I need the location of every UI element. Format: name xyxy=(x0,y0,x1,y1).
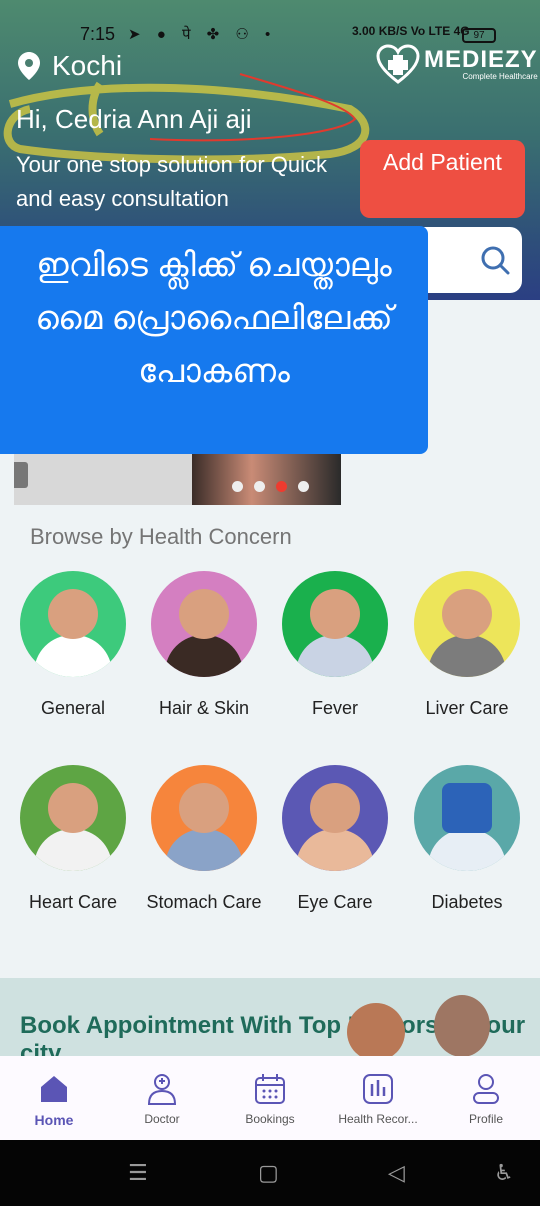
carousel-dot[interactable] xyxy=(254,481,265,492)
concern-image[interactable] xyxy=(282,571,388,677)
doctor-icon xyxy=(147,1074,177,1105)
concern-label: Fever xyxy=(311,698,358,718)
illustration-person xyxy=(48,589,98,639)
bottom-nav: Home Doctor Bookings Health Recor... Pro… xyxy=(0,1056,540,1140)
illustration-person xyxy=(442,589,492,639)
heart-plus-icon xyxy=(376,44,420,84)
concern-eye-care[interactable]: Eye Care xyxy=(275,765,395,915)
concern-label: Diabetes xyxy=(431,892,503,912)
illustration-body xyxy=(296,635,374,677)
search-icon[interactable] xyxy=(480,245,510,275)
concern-heart-care[interactable]: Heart Care xyxy=(13,765,133,915)
concern-image[interactable] xyxy=(151,765,257,871)
browse-title: Browse by Health Concern xyxy=(30,524,292,549)
nav-doctor[interactable]: Doctor xyxy=(108,1056,216,1140)
concern-label: Heart Care xyxy=(28,892,118,912)
concern-image[interactable] xyxy=(20,571,126,677)
concern-image[interactable] xyxy=(414,765,520,871)
concern-hair-skin[interactable]: Hair & Skin xyxy=(144,571,264,721)
battery-icon: 97 xyxy=(462,28,496,43)
concern-image[interactable] xyxy=(20,765,126,871)
promo-carousel[interactable] xyxy=(14,454,341,505)
location-selector[interactable]: Kochi xyxy=(18,50,122,82)
carousel-dot[interactable] xyxy=(232,481,243,492)
logo-name: MEDIEZY xyxy=(424,45,538,73)
concern-diabetes[interactable]: Diabetes xyxy=(407,765,527,915)
concern-label: Stomach Care xyxy=(146,892,262,912)
concern-stomach-care[interactable]: Stomach Care xyxy=(144,765,264,915)
illustration-person xyxy=(310,589,360,639)
home-icon xyxy=(41,1076,67,1102)
doctor-avatar xyxy=(434,995,490,1057)
system-nav-bar: ☰ ▢ ◁ ♿ xyxy=(0,1140,540,1206)
nav-label: Health Recor... xyxy=(338,1112,418,1126)
book-appointment-banner[interactable]: Book Appointment With Top Doctors in you… xyxy=(0,978,540,1058)
logo-tagline: Complete Healthcare xyxy=(462,71,538,81)
illustration-person xyxy=(48,783,98,833)
accessibility-icon[interactable]: ♿ xyxy=(494,1160,514,1186)
location-pin-icon xyxy=(18,52,40,80)
greeting[interactable]: Hi, Cedria Ann Aji aji xyxy=(16,104,252,135)
nav-bookings[interactable]: Bookings xyxy=(216,1056,324,1140)
illustration-body xyxy=(296,829,374,871)
back-icon[interactable]: ◁ xyxy=(388,1160,405,1186)
nav-label: Doctor xyxy=(144,1112,180,1126)
add-patient-button[interactable]: Add Patient xyxy=(360,140,525,218)
network-type: Vo LTE 4G xyxy=(410,24,470,38)
carousel-dots xyxy=(232,481,309,492)
concern-label: General xyxy=(40,698,106,718)
nav-label: Home xyxy=(34,1112,74,1128)
concern-label: Liver Care xyxy=(425,698,509,718)
nav-health-records[interactable]: Health Recor... xyxy=(324,1056,432,1140)
illustration-body xyxy=(34,829,112,871)
nav-label: Bookings xyxy=(245,1112,295,1126)
concern-image[interactable] xyxy=(282,765,388,871)
concern-image[interactable] xyxy=(151,571,257,677)
illustration-person xyxy=(179,589,229,639)
concern-label: Eye Care xyxy=(297,892,373,912)
concern-fever[interactable]: Fever xyxy=(275,571,395,721)
illustration-body xyxy=(428,635,506,677)
concern-label: Hair & Skin xyxy=(158,698,250,718)
concern-liver-care[interactable]: Liver Care xyxy=(407,571,527,721)
status-network: 3.00 KB/S Vo LTE 4G xyxy=(352,24,470,38)
illustration-person xyxy=(179,783,229,833)
illustration-body xyxy=(428,829,506,871)
profile-icon xyxy=(473,1074,499,1104)
home-button-icon[interactable]: ▢ xyxy=(258,1160,279,1186)
carousel-dot-active[interactable] xyxy=(276,481,287,492)
carousel-dot[interactable] xyxy=(298,481,309,492)
illustration-person xyxy=(310,783,360,833)
net-speed: 3.00 KB/S xyxy=(352,24,408,38)
carousel-prev-handle[interactable] xyxy=(14,462,28,488)
doctor-avatar xyxy=(347,1003,405,1058)
illustration-body xyxy=(165,829,243,871)
concern-general[interactable]: General xyxy=(13,571,133,721)
recents-icon[interactable]: ☰ xyxy=(128,1160,148,1186)
nav-label: Profile xyxy=(468,1112,503,1126)
notification-icons: ➤ ● पे ✤ ⚇ • xyxy=(128,26,277,43)
location-label: Kochi xyxy=(52,50,123,81)
calendar-icon xyxy=(255,1074,285,1104)
nav-profile[interactable]: Profile xyxy=(432,1056,540,1140)
chart-icon xyxy=(363,1074,393,1104)
mediezy-logo: MEDIEZY Complete Healthcare xyxy=(376,44,538,84)
illustration-body xyxy=(165,635,243,677)
nav-home[interactable]: Home xyxy=(0,1056,108,1140)
status-time: 7:15 xyxy=(80,24,116,44)
glucometer-icon xyxy=(442,783,492,833)
illustration-body xyxy=(34,635,112,677)
tagline: Your one stop solution for Quick and eas… xyxy=(16,152,328,211)
annotation-overlay: ഇവിടെ ക്ലിക്ക് ചെയ്താലും മൈ പ്രൊഫൈലിലേക്… xyxy=(0,226,428,454)
carousel-image xyxy=(192,454,341,505)
concern-image[interactable] xyxy=(414,571,520,677)
